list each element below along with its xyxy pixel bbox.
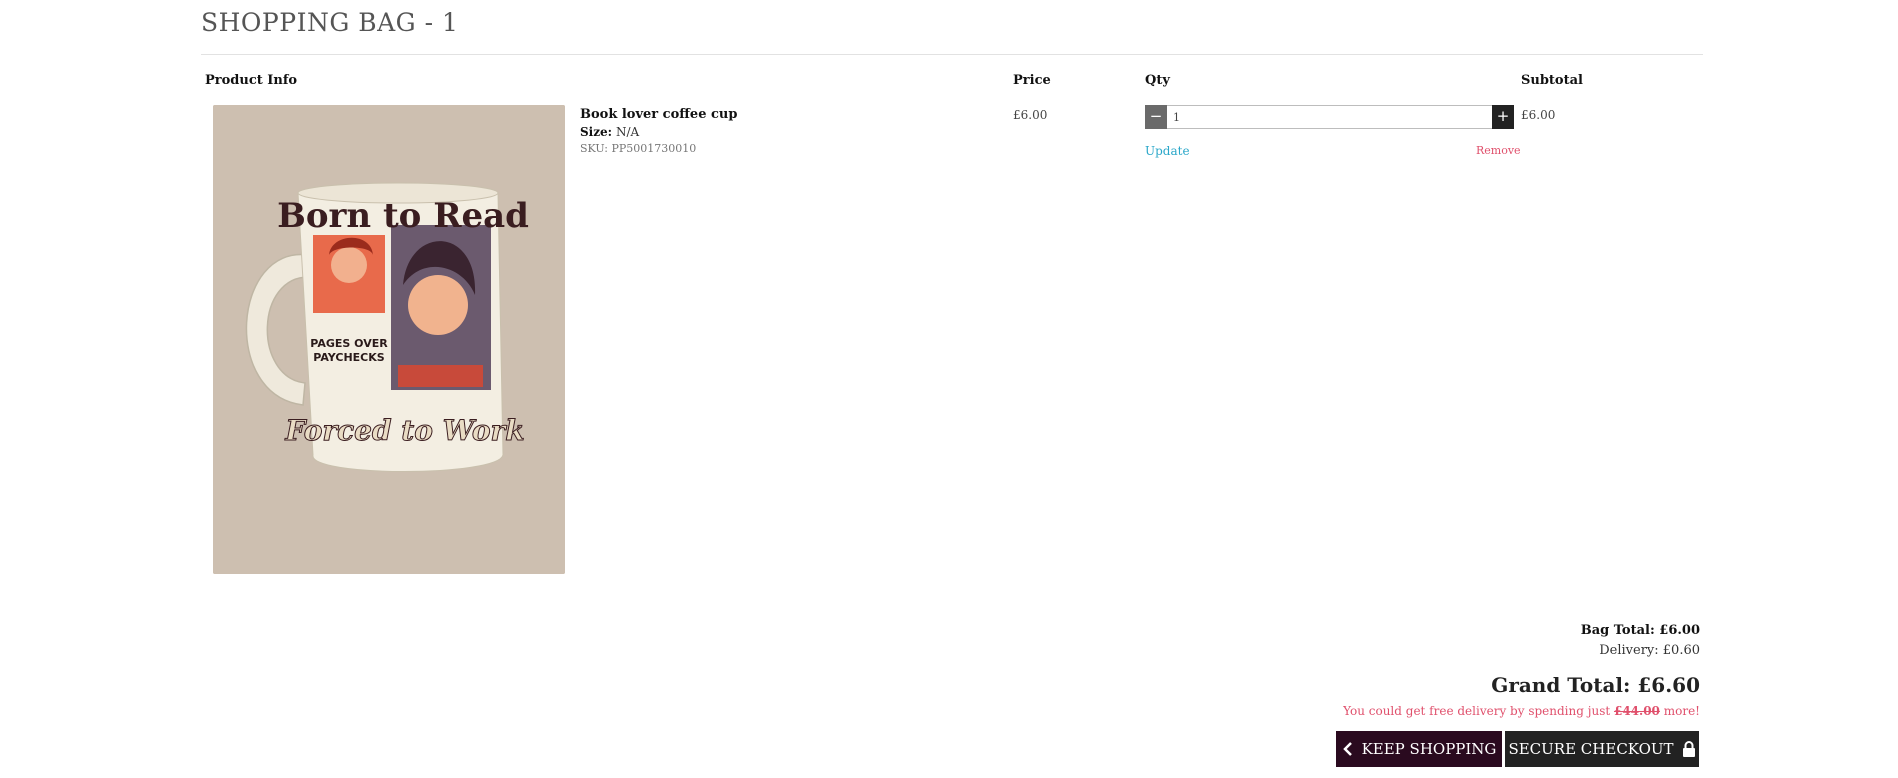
- update-link[interactable]: Update: [1145, 144, 1190, 158]
- mug-print-bottom: Forced to Work: [284, 414, 524, 447]
- product-name[interactable]: Book lover coffee cup: [580, 107, 737, 122]
- plus-icon: +: [1496, 107, 1510, 125]
- secure-checkout-button[interactable]: SECURE CHECKOUT: [1505, 731, 1699, 767]
- column-header-price: Price: [1013, 73, 1051, 88]
- size-label: Size:: [580, 125, 613, 139]
- product-sku: SKU: PP5001730010: [580, 142, 697, 155]
- product-size: Size: N/A: [580, 125, 639, 139]
- free-delivery-suffix: more!: [1659, 704, 1700, 718]
- remove-link[interactable]: Remove: [1476, 144, 1521, 157]
- title-divider: [201, 54, 1703, 55]
- item-price: £6.00: [1013, 108, 1048, 122]
- minus-icon: −: [1149, 107, 1163, 125]
- keep-shopping-label: KEEP SHOPPING: [1361, 740, 1497, 758]
- lock-icon: [1682, 741, 1696, 757]
- qty-decrement-button[interactable]: −: [1145, 105, 1167, 129]
- qty-increment-button[interactable]: +: [1492, 105, 1514, 129]
- mug-print-line3: PAYCHECKS: [313, 351, 384, 364]
- free-delivery-prefix: You could get free delivery by spending …: [1343, 704, 1614, 718]
- page-title: SHOPPING BAG - 1: [201, 8, 459, 37]
- secure-checkout-label: SECURE CHECKOUT: [1508, 740, 1674, 758]
- column-header-qty: Qty: [1145, 73, 1170, 88]
- mug-print-title: Born to Read: [277, 196, 529, 236]
- grand-total: Grand Total: £6.60: [1491, 673, 1700, 697]
- mug-print-line2: PAGES OVER: [310, 337, 388, 350]
- keep-shopping-button[interactable]: KEEP SHOPPING: [1336, 731, 1502, 767]
- delivery-cost: Delivery: £0.60: [1599, 643, 1700, 658]
- column-header-product: Product Info: [205, 73, 298, 88]
- free-delivery-message: You could get free delivery by spending …: [1343, 704, 1700, 718]
- item-subtotal: £6.00: [1521, 108, 1556, 122]
- column-header-subtotal: Subtotal: [1521, 73, 1583, 88]
- bag-total: Bag Total: £6.00: [1580, 623, 1700, 638]
- qty-input[interactable]: [1167, 105, 1493, 129]
- product-image[interactable]: Born to Read PAGES OVER PAYCHECKS Forced…: [213, 105, 565, 574]
- size-value: N/A: [615, 125, 640, 139]
- free-delivery-amount: £44.00: [1613, 704, 1660, 718]
- chevron-left-icon: [1342, 742, 1354, 756]
